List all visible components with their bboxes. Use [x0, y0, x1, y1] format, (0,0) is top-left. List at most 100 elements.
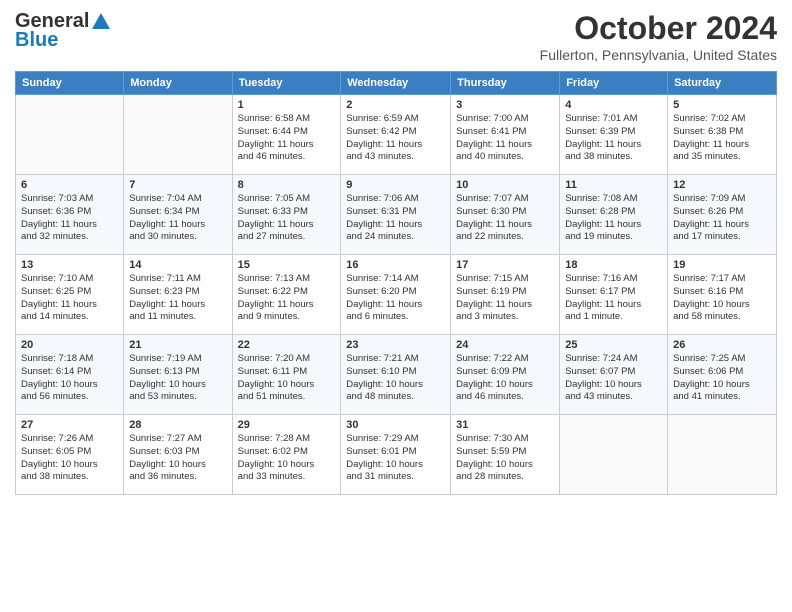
- day-info: Sunrise: 7:11 AM Sunset: 6:23 PM Dayligh…: [129, 273, 226, 324]
- day-info: Sunrise: 7:15 AM Sunset: 6:19 PM Dayligh…: [456, 273, 554, 324]
- logo-blue: Blue: [15, 29, 58, 52]
- calendar-cell: 26 Sunrise: 7:25 AM Sunset: 6:06 PM Dayli…: [668, 335, 777, 415]
- calendar-cell: [560, 415, 668, 495]
- calendar-cell: 30 Sunrise: 7:29 AM Sunset: 6:01 PM Dayli…: [341, 415, 451, 495]
- calendar-cell: 28 Sunrise: 7:27 AM Sunset: 6:03 PM Dayli…: [124, 415, 232, 495]
- calendar-cell: 13 Sunrise: 7:10 AM Sunset: 6:25 PM Dayli…: [16, 255, 124, 335]
- title-block: October 2024 Fullerton, Pennsylvania, Un…: [540, 10, 777, 63]
- day-number: 16: [346, 259, 445, 271]
- calendar-cell: 9 Sunrise: 7:06 AM Sunset: 6:31 PM Daylig…: [341, 175, 451, 255]
- day-number: 23: [346, 339, 445, 351]
- day-number: 15: [238, 259, 336, 271]
- calendar-cell: 10 Sunrise: 7:07 AM Sunset: 6:30 PM Dayli…: [451, 175, 560, 255]
- day-header-monday: Monday: [124, 72, 232, 95]
- calendar-cell: 1 Sunrise: 6:58 AM Sunset: 6:44 PM Daylig…: [232, 95, 341, 175]
- day-info: Sunrise: 6:59 AM Sunset: 6:42 PM Dayligh…: [346, 113, 445, 164]
- day-number: 29: [238, 419, 336, 431]
- day-header-sunday: Sunday: [16, 72, 124, 95]
- day-number: 13: [21, 259, 118, 271]
- day-number: 1: [238, 99, 336, 111]
- calendar-cell: 20 Sunrise: 7:18 AM Sunset: 6:14 PM Dayli…: [16, 335, 124, 415]
- day-number: 12: [673, 179, 771, 191]
- day-number: 14: [129, 259, 226, 271]
- logo: General Blue: [15, 10, 112, 52]
- day-header-saturday: Saturday: [668, 72, 777, 95]
- day-info: Sunrise: 7:22 AM Sunset: 6:09 PM Dayligh…: [456, 353, 554, 404]
- day-info: Sunrise: 7:18 AM Sunset: 6:14 PM Dayligh…: [21, 353, 118, 404]
- day-header-tuesday: Tuesday: [232, 72, 341, 95]
- day-header-friday: Friday: [560, 72, 668, 95]
- calendar-cell: 17Sunrise: 7:15 AM Sunset: 6:19 PM Dayli…: [451, 255, 560, 335]
- day-number: 18: [565, 259, 662, 271]
- day-number: 5: [673, 99, 771, 111]
- day-info: Sunrise: 7:14 AM Sunset: 6:20 PM Dayligh…: [346, 273, 445, 324]
- day-number: 21: [129, 339, 226, 351]
- calendar: SundayMondayTuesdayWednesdayThursdayFrid…: [15, 71, 777, 495]
- day-info: Sunrise: 7:19 AM Sunset: 6:13 PM Dayligh…: [129, 353, 226, 404]
- logo-icon: [90, 11, 112, 33]
- calendar-cell: 16 Sunrise: 7:14 AM Sunset: 6:20 PM Dayli…: [341, 255, 451, 335]
- day-info: Sunrise: 7:13 AM Sunset: 6:22 PM Dayligh…: [238, 273, 336, 324]
- day-number: 8: [238, 179, 336, 191]
- calendar-cell: 11Sunrise: 7:08 AM Sunset: 6:28 PM Dayli…: [560, 175, 668, 255]
- calendar-body: 1 Sunrise: 6:58 AM Sunset: 6:44 PM Daylig…: [16, 95, 777, 495]
- day-info: Sunrise: 7:24 AM Sunset: 6:07 PM Dayligh…: [565, 353, 662, 404]
- day-info: Sunrise: 7:26 AM Sunset: 6:05 PM Dayligh…: [21, 433, 118, 484]
- day-info: Sunrise: 7:10 AM Sunset: 6:25 PM Dayligh…: [21, 273, 118, 324]
- header: General Blue October 2024 Fullerton, Pen…: [15, 10, 777, 63]
- day-info: Sunrise: 7:01 AM Sunset: 6:39 PM Dayligh…: [565, 113, 662, 164]
- day-info: Sunrise: 6:58 AM Sunset: 6:44 PM Dayligh…: [238, 113, 336, 164]
- calendar-cell: 23Sunrise: 7:21 AM Sunset: 6:10 PM Dayli…: [341, 335, 451, 415]
- calendar-cell: 19 Sunrise: 7:17 AM Sunset: 6:16 PM Dayli…: [668, 255, 777, 335]
- day-info: Sunrise: 7:03 AM Sunset: 6:36 PM Dayligh…: [21, 193, 118, 244]
- calendar-cell: 5Sunrise: 7:02 AM Sunset: 6:38 PM Daylig…: [668, 95, 777, 175]
- day-header-thursday: Thursday: [451, 72, 560, 95]
- calendar-cell: 21 Sunrise: 7:19 AM Sunset: 6:13 PM Dayli…: [124, 335, 232, 415]
- month-title: October 2024: [540, 10, 777, 47]
- day-number: 4: [565, 99, 662, 111]
- calendar-cell: [124, 95, 232, 175]
- calendar-week-2: 6Sunrise: 7:03 AM Sunset: 6:36 PM Daylig…: [16, 175, 777, 255]
- day-number: 31: [456, 419, 554, 431]
- page: General Blue October 2024 Fullerton, Pen…: [0, 0, 792, 612]
- day-number: 10: [456, 179, 554, 191]
- calendar-cell: 7 Sunrise: 7:04 AM Sunset: 6:34 PM Daylig…: [124, 175, 232, 255]
- day-number: 26: [673, 339, 771, 351]
- day-info: Sunrise: 7:27 AM Sunset: 6:03 PM Dayligh…: [129, 433, 226, 484]
- day-number: 27: [21, 419, 118, 431]
- day-info: Sunrise: 7:04 AM Sunset: 6:34 PM Dayligh…: [129, 193, 226, 244]
- day-number: 19: [673, 259, 771, 271]
- day-number: 3: [456, 99, 554, 111]
- day-number: 20: [21, 339, 118, 351]
- calendar-cell: 31 Sunrise: 7:30 AM Sunset: 5:59 PM Dayli…: [451, 415, 560, 495]
- day-number: 9: [346, 179, 445, 191]
- calendar-cell: 8 Sunrise: 7:05 AM Sunset: 6:33 PM Daylig…: [232, 175, 341, 255]
- day-info: Sunrise: 7:17 AM Sunset: 6:16 PM Dayligh…: [673, 273, 771, 324]
- day-info: Sunrise: 7:00 AM Sunset: 6:41 PM Dayligh…: [456, 113, 554, 164]
- day-number: 30: [346, 419, 445, 431]
- day-info: Sunrise: 7:25 AM Sunset: 6:06 PM Dayligh…: [673, 353, 771, 404]
- calendar-cell: 24 Sunrise: 7:22 AM Sunset: 6:09 PM Dayli…: [451, 335, 560, 415]
- day-number: 25: [565, 339, 662, 351]
- day-number: 7: [129, 179, 226, 191]
- day-number: 2: [346, 99, 445, 111]
- calendar-cell: 14 Sunrise: 7:11 AM Sunset: 6:23 PM Dayli…: [124, 255, 232, 335]
- day-info: Sunrise: 7:30 AM Sunset: 5:59 PM Dayligh…: [456, 433, 554, 484]
- day-number: 11: [565, 179, 662, 191]
- calendar-cell: [16, 95, 124, 175]
- day-number: 24: [456, 339, 554, 351]
- location-title: Fullerton, Pennsylvania, United States: [540, 47, 777, 63]
- day-info: Sunrise: 7:16 AM Sunset: 6:17 PM Dayligh…: [565, 273, 662, 324]
- calendar-cell: 25 Sunrise: 7:24 AM Sunset: 6:07 PM Dayli…: [560, 335, 668, 415]
- calendar-cell: 3 Sunrise: 7:00 AM Sunset: 6:41 PM Daylig…: [451, 95, 560, 175]
- calendar-cell: [668, 415, 777, 495]
- day-number: 28: [129, 419, 226, 431]
- day-info: Sunrise: 7:05 AM Sunset: 6:33 PM Dayligh…: [238, 193, 336, 244]
- day-info: Sunrise: 7:07 AM Sunset: 6:30 PM Dayligh…: [456, 193, 554, 244]
- calendar-cell: 22Sunrise: 7:20 AM Sunset: 6:11 PM Dayli…: [232, 335, 341, 415]
- day-info: Sunrise: 7:06 AM Sunset: 6:31 PM Dayligh…: [346, 193, 445, 244]
- calendar-cell: 12Sunrise: 7:09 AM Sunset: 6:26 PM Dayli…: [668, 175, 777, 255]
- day-info: Sunrise: 7:29 AM Sunset: 6:01 PM Dayligh…: [346, 433, 445, 484]
- day-number: 22: [238, 339, 336, 351]
- calendar-week-3: 13 Sunrise: 7:10 AM Sunset: 6:25 PM Dayli…: [16, 255, 777, 335]
